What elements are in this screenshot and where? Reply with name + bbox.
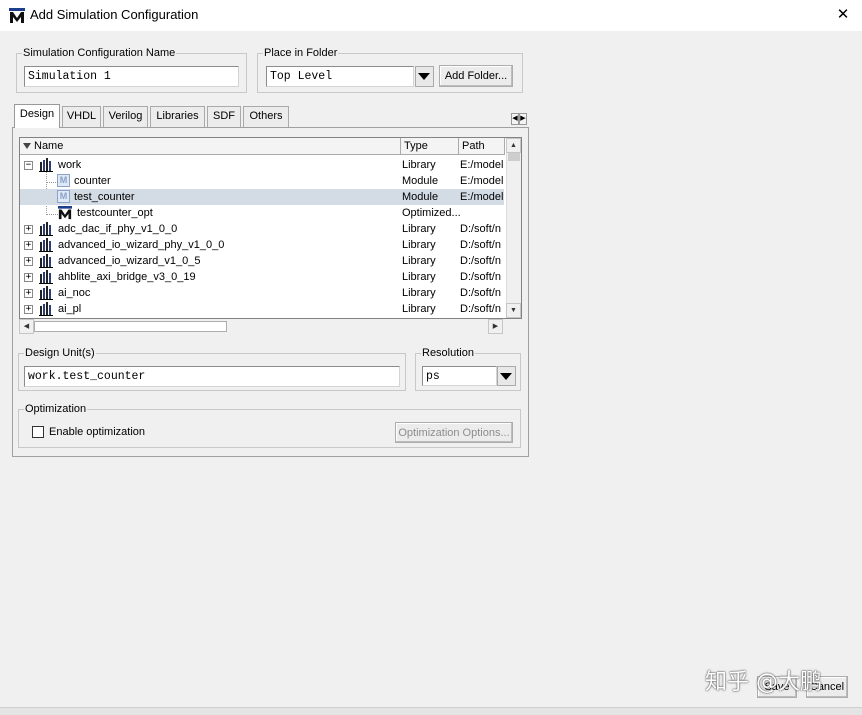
library-icon [39,238,53,252]
scroll-right-icon[interactable]: ▶ [488,319,503,334]
scroll-left-icon[interactable]: ◀ [19,319,34,334]
column-header-type[interactable]: Type [401,138,459,155]
expand-icon[interactable]: + [24,305,33,314]
column-header-path[interactable]: Path [459,138,505,155]
chevron-down-icon [418,73,430,80]
tree-row-library[interactable]: + advanced_io_wizard_phy_v1_0_0 Library … [20,237,504,253]
expand-icon[interactable]: + [24,257,33,266]
enable-optimization-label: Enable optimization [49,426,146,438]
tree-row-library[interactable]: + advanced_io_wizard_v1_0_5 Library D:/s… [20,253,504,269]
tree-row-library[interactable]: + ahblite_axi_bridge_v3_0_19 Library D:/… [20,269,504,285]
design-tree[interactable]: Name Type Path − work Library E:/model M… [19,137,522,319]
collapse-icon[interactable]: − [24,161,33,170]
tree-row-library[interactable]: + ai_noc Library D:/soft/n [20,285,504,301]
modelsim-logo-icon [9,8,25,23]
library-icon [39,286,53,300]
resolution-label: Resolution [421,346,475,360]
add-folder-button[interactable]: Add Folder... [439,65,513,87]
optimization-options-button[interactable]: Optimization Options... [395,422,513,443]
tab-vhdl[interactable]: VHDL [62,106,101,127]
tree-row-library[interactable]: + ai_pl Library D:/soft/n [20,301,504,317]
optimization-label: Optimization [24,402,88,416]
horizontal-scroll-thumb[interactable] [34,321,227,332]
vertical-scroll-thumb[interactable] [508,153,520,161]
library-icon [39,158,53,172]
tree-row-counter[interactable]: M counter Module E:/model [20,173,504,189]
watermark: 知乎 @大鹏 [705,670,822,695]
library-icon [39,270,53,284]
scroll-up-icon[interactable]: ▲ [506,138,521,153]
optimized-design-icon [58,206,72,220]
enable-optimization-checkbox[interactable] [32,426,44,438]
module-icon: M [57,190,70,203]
expand-icon[interactable]: + [24,225,33,234]
tree-row-test-counter[interactable]: M test_counter Module E:/model [20,189,504,205]
tab-scroll-left-icon[interactable]: ◀ [511,113,519,125]
column-header-name[interactable]: Name [20,138,401,155]
design-units-label: Design Unit(s) [24,346,96,360]
tab-libraries[interactable]: Libraries [150,106,205,127]
tab-verilog[interactable]: Verilog [103,106,148,127]
tree-row-testcounter-opt[interactable]: testcounter_opt Optimized... [20,205,504,221]
expand-icon[interactable]: + [24,273,33,282]
expand-icon[interactable]: + [24,241,33,250]
chevron-down-icon [500,373,512,380]
folder-dropdown-button[interactable] [415,66,434,87]
design-units-input[interactable]: work.test_counter [24,366,400,387]
resolution-dropdown-button[interactable] [497,366,516,386]
config-name-input[interactable]: Simulation 1 [24,66,239,87]
tab-design[interactable]: Design [14,104,60,128]
tree-row-library[interactable]: + adc_dac_if_phy_v1_0_0 Library D:/soft/… [20,221,504,237]
tree-row-work[interactable]: − work Library E:/model [20,157,504,173]
library-icon [39,254,53,268]
vertical-scrollbar[interactable] [506,138,521,318]
tab-scroll-right-icon[interactable]: ▶ [519,113,527,125]
bottom-edge [0,707,862,715]
folder-label: Place in Folder [263,46,339,60]
window-title: Add Simulation Configuration [30,7,199,22]
close-button[interactable]: ✕ [832,4,854,26]
folder-select[interactable]: Top Level [266,66,414,87]
sort-dropdown-icon[interactable] [23,143,31,149]
tab-others[interactable]: Others [243,106,289,127]
config-name-label: Simulation Configuration Name [22,46,177,60]
expand-icon[interactable]: + [24,289,33,298]
resolution-select[interactable]: ps [422,366,497,386]
tab-sdf[interactable]: SDF [207,106,241,127]
library-icon [39,222,53,236]
scroll-down-icon[interactable]: ▼ [506,303,521,318]
module-icon: M [57,174,70,187]
library-icon [39,302,53,316]
